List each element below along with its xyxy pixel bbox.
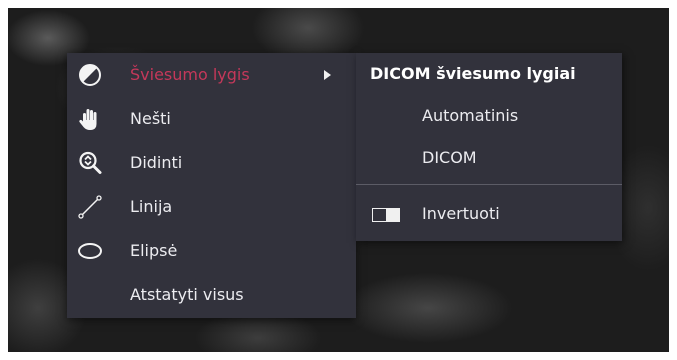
submenu-divider: [356, 184, 622, 185]
menu-item-pan[interactable]: Nešti: [67, 97, 356, 141]
menu-item-label: Šviesumo lygis: [130, 65, 250, 84]
context-menu: Šviesumo lygis Nešti Didinti Linija Elip…: [67, 53, 356, 318]
submenu-item-label: Invertuoti: [422, 204, 500, 223]
ellipse-icon: [78, 243, 102, 259]
menu-item-label: Nešti: [130, 109, 171, 128]
line-measure-icon: [78, 195, 102, 219]
window-level-submenu: DICOM šviesumo lygiai Automatinis DICOM …: [356, 53, 622, 241]
submenu-item-label: Automatinis: [422, 106, 519, 125]
menu-item-label: Atstatyti visus: [130, 285, 244, 304]
submenu-item-automatic[interactable]: Automatinis: [356, 95, 622, 137]
menu-item-ellipse[interactable]: Elipsė: [67, 229, 356, 273]
invert-icon: [372, 208, 400, 222]
submenu-arrow-icon: [324, 70, 331, 80]
submenu-title: DICOM šviesumo lygiai: [370, 64, 576, 83]
contrast-icon: [79, 64, 101, 86]
menu-item-window-level[interactable]: Šviesumo lygis: [67, 53, 356, 97]
submenu-item-label: DICOM: [422, 148, 477, 167]
hand-pan-icon: [79, 109, 97, 130]
zoom-icon: [79, 151, 102, 174]
submenu-item-invert[interactable]: Invertuoti: [356, 193, 622, 235]
menu-item-label: Didinti: [130, 153, 183, 172]
menu-item-zoom[interactable]: Didinti: [67, 141, 356, 185]
submenu-item-dicom[interactable]: DICOM: [356, 137, 622, 179]
menu-item-reset-all[interactable]: Atstatyti visus: [67, 273, 356, 317]
menu-item-line[interactable]: Linija: [67, 185, 356, 229]
menu-item-label: Linija: [130, 197, 173, 216]
menu-item-label: Elipsė: [130, 241, 178, 260]
